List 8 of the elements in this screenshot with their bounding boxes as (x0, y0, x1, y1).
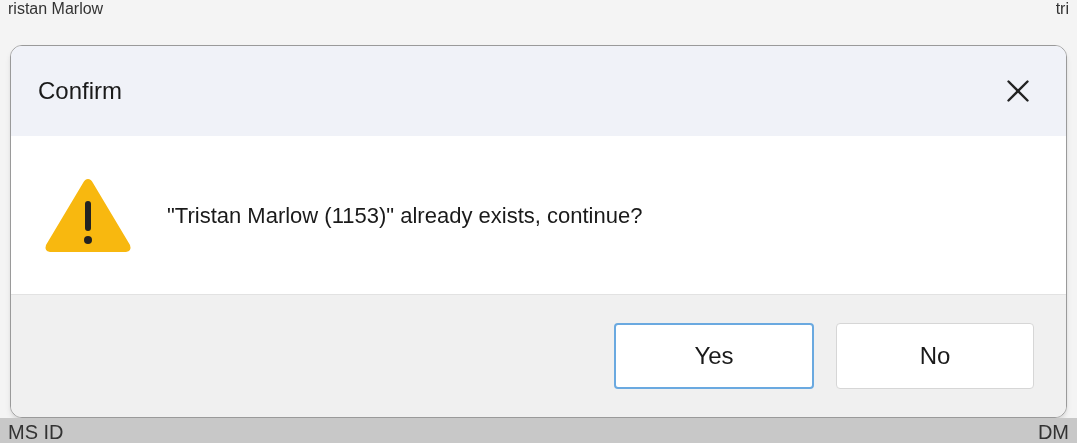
dialog-title: Confirm (38, 76, 122, 106)
dialog-button[interactable]: Yes (614, 323, 814, 389)
dialog-button[interactable]: No (836, 323, 1034, 389)
message-text: "Tristan Marlow (1153)" already exists, continue? (167, 201, 643, 230)
background-text: ristan Marlow (8, 0, 104, 18)
background-text: tri (1055, 0, 1069, 18)
background-text: DM (1037, 421, 1069, 443)
background-text: MS ID (8, 421, 64, 443)
